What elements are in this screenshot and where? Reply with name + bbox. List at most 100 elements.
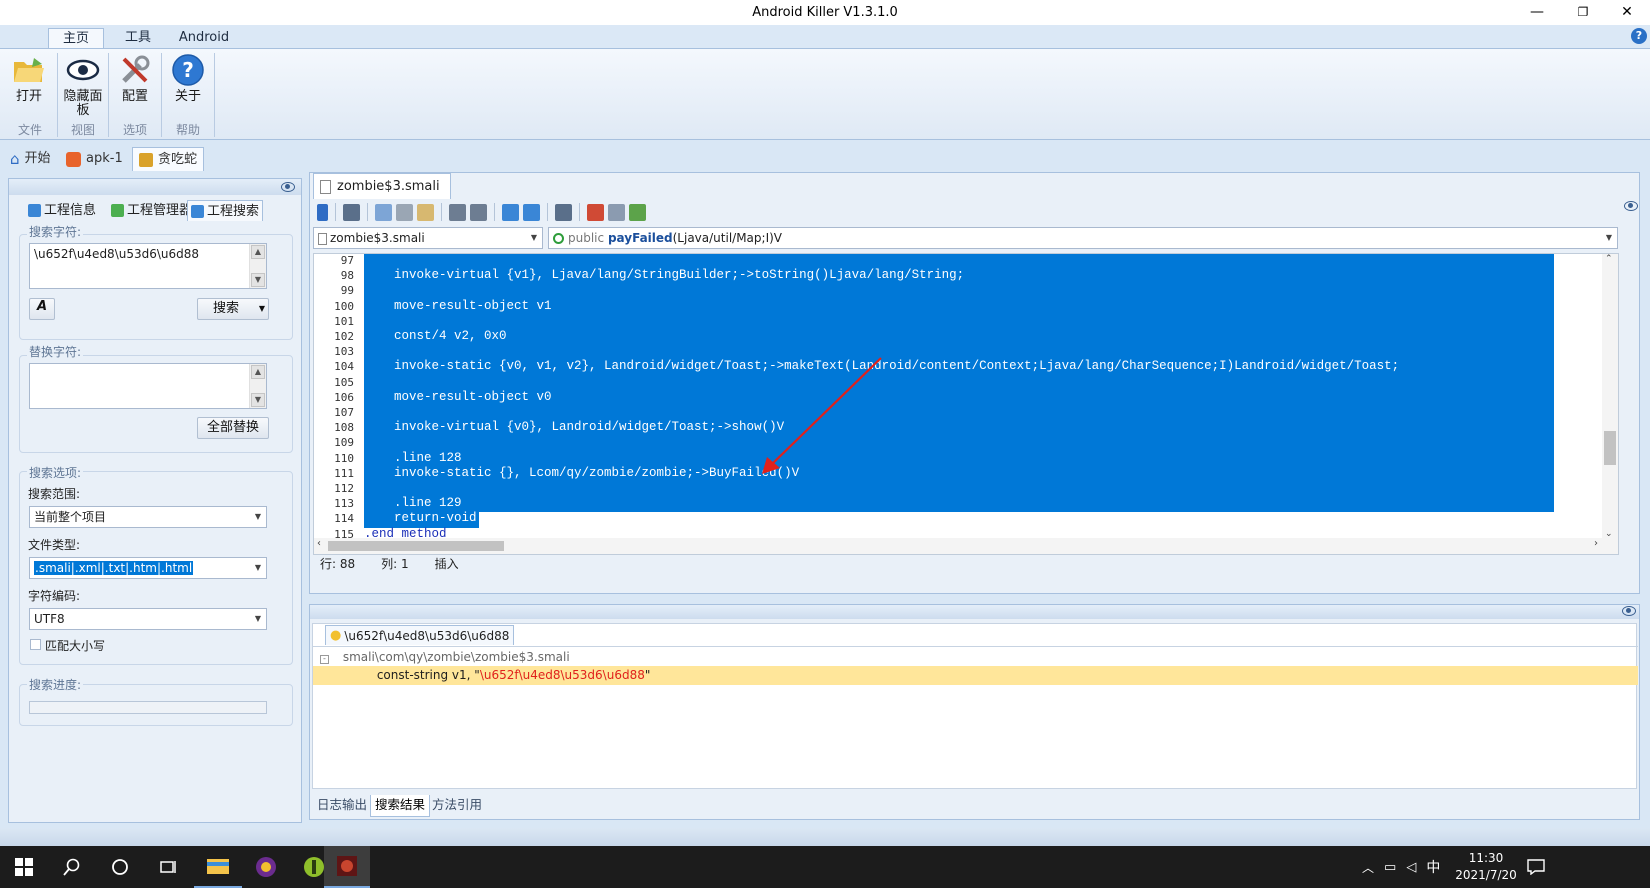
match-case-checkbox[interactable] — [30, 639, 41, 650]
tab-project-info[interactable]: 工程信息 — [25, 200, 99, 221]
file-tab[interactable]: zombie$3.smali — [313, 173, 451, 199]
chevron-down-icon[interactable]: ▼ — [259, 299, 265, 319]
restore-button[interactable]: ❐ — [1560, 0, 1606, 25]
ime-indicator[interactable]: 中 — [1426, 857, 1440, 877]
scroll-thumb[interactable] — [328, 541, 504, 551]
tab-log-output[interactable]: 日志输出 — [313, 795, 371, 817]
cortana-icon[interactable] — [96, 846, 144, 888]
minimize-button[interactable]: — — [1514, 0, 1560, 25]
tab-start[interactable]: ⌂ 开始 — [4, 147, 57, 171]
game-taskbar-icon[interactable] — [324, 846, 370, 888]
search-button[interactable]: 搜索 ▼ — [197, 298, 269, 320]
undo-icon[interactable] — [449, 203, 466, 221]
file-tab-label: zombie$3.smali — [337, 178, 440, 194]
document-tabs: ⌂ 开始 apk-1 贪吃蛇 — [0, 145, 1650, 173]
replace-label: 替换字符: — [27, 343, 84, 360]
tab-search-results[interactable]: 搜索结果 — [370, 795, 431, 817]
chevron-down-icon: ▼ — [254, 614, 261, 623]
java-icon[interactable] — [587, 203, 604, 221]
copy-icon[interactable] — [375, 203, 392, 221]
tab-apk-1[interactable]: apk-1 — [60, 147, 129, 171]
collapse-icon[interactable]: - — [320, 655, 329, 664]
replace-input-scrollbar[interactable]: ▲ ▼ — [249, 364, 266, 408]
forward-icon[interactable] — [523, 203, 540, 221]
toolbar-divider — [441, 203, 442, 221]
svg-text:?: ? — [182, 58, 194, 82]
task-view-icon[interactable] — [144, 846, 192, 888]
media-player-icon[interactable] — [242, 846, 290, 888]
cursor-row: 行: 88 — [320, 557, 356, 571]
format-icon[interactable] — [555, 203, 572, 221]
result-tab[interactable]: ● \u652f\u4ed8\u53d6\u6d88 — [325, 625, 515, 645]
save-icon[interactable] — [343, 203, 360, 221]
progress-label: 搜索进度: — [27, 676, 84, 693]
scroll-up-icon[interactable]: ⌃ — [1605, 254, 1613, 264]
tab-home[interactable]: 主页 — [48, 28, 104, 50]
open-button[interactable]: 打开 — [4, 52, 54, 120]
scroll-left-icon[interactable]: ‹ — [317, 538, 321, 549]
hide-panel-button[interactable]: 隐藏面板 — [58, 52, 108, 120]
help-icon[interactable]: ? — [1631, 28, 1647, 44]
scroll-down-icon[interactable]: ▼ — [251, 273, 265, 287]
open-label: 打开 — [15, 89, 42, 104]
redo-icon[interactable] — [470, 203, 487, 221]
chevron-up-icon[interactable]: ︿ — [1362, 859, 1374, 876]
scroll-up-icon[interactable]: ▲ — [251, 245, 265, 259]
search-input-scrollbar[interactable]: ▲ ▼ — [249, 244, 266, 288]
paste-icon[interactable] — [417, 203, 434, 221]
editor-status: 行: 88 列: 1 插入 — [320, 555, 820, 573]
annotation-arrow — [762, 357, 882, 474]
result-match-row[interactable]: const-string v1, "\u652f\u4ed8\u53d6\u6d… — [313, 666, 1638, 685]
tab-snake[interactable]: 贪吃蛇 — [132, 147, 205, 171]
search-icon[interactable] — [48, 846, 96, 888]
tab-android[interactable]: Android — [172, 28, 236, 50]
chevron-down-icon: ▼ — [254, 512, 261, 521]
list-icon[interactable] — [608, 203, 625, 221]
scroll-right-icon[interactable]: › — [1594, 538, 1598, 549]
group-file-label: 文件 — [17, 123, 42, 137]
editor-vertical-scrollbar[interactable]: ⌃ ⌄ — [1602, 254, 1618, 539]
about-button[interactable]: ? 关于 — [163, 52, 213, 120]
font-button[interactable]: A — [29, 298, 55, 320]
scope-label: 搜索范围: — [28, 487, 81, 501]
volume-icon[interactable]: ◁ — [1406, 860, 1416, 875]
file-explorer-icon[interactable] — [194, 846, 242, 888]
network-icon[interactable]: ▭ — [1384, 860, 1396, 875]
method-modifier: public — [568, 231, 605, 245]
back-icon[interactable] — [502, 203, 519, 221]
code-editor[interactable]: 97 98 invoke-virtual {v1}, Ljava/lang/Str… — [313, 253, 1619, 555]
result-file-path: smali\com\qy\zombie\zombie$3.smali — [342, 650, 570, 664]
tab-project-search[interactable]: 工程搜索 — [187, 200, 264, 221]
taskbar: ︿ ▭ ◁ 中 11:30 2021/7/20 — [0, 846, 1650, 888]
replace-input[interactable]: ▲ ▼ — [29, 363, 267, 409]
scope-value: 当前整个项目 — [34, 510, 107, 524]
tab-project-manager[interactable]: 工程管理器 — [108, 200, 195, 221]
result-file-row[interactable]: - smali\com\qy\zombie\zombie$3.smali — [313, 648, 1638, 666]
close-button[interactable]: ✕ — [1604, 0, 1650, 25]
lock-icon[interactable] — [317, 203, 328, 221]
tree-icon[interactable] — [629, 203, 646, 221]
scroll-down-icon[interactable]: ▼ — [251, 393, 265, 407]
replace-all-button[interactable]: 全部替换 — [197, 417, 269, 439]
tab-tools[interactable]: 工具 — [112, 28, 164, 50]
toolbar-divider — [547, 203, 548, 221]
eye-icon[interactable] — [281, 182, 295, 192]
file-select[interactable]: zombie$3.smali ▼ — [313, 227, 543, 249]
eye-icon[interactable] — [1622, 606, 1636, 616]
eye-icon[interactable] — [1624, 201, 1638, 211]
editor-horizontal-scrollbar[interactable]: ‹ › — [314, 538, 1618, 554]
tab-method-refs[interactable]: 方法引用 — [428, 795, 486, 817]
scope-select[interactable]: 当前整个项目 ▼ — [29, 506, 267, 528]
scroll-thumb[interactable] — [1604, 431, 1616, 465]
search-input[interactable]: \u652f\u4ed8\u53d6\u6d88 ▲ ▼ — [29, 243, 267, 289]
method-select[interactable]: public payFailed(Ljava/util/Map;I)V ▼ — [548, 227, 1618, 249]
scroll-up-icon[interactable]: ▲ — [251, 365, 265, 379]
about-label: 关于 — [174, 89, 201, 104]
cut-icon[interactable] — [396, 203, 413, 221]
encoding-select[interactable]: UTF8 ▼ — [29, 608, 267, 630]
notification-icon[interactable] — [1512, 846, 1560, 888]
filetype-select[interactable]: .smali|.xml|.txt|.htm|.html ▼ — [29, 557, 267, 579]
windows-start-icon[interactable] — [0, 846, 48, 888]
search-results: ● \u652f\u4ed8\u53d6\u6d88 - smali\com\q… — [312, 623, 1638, 789]
config-button[interactable]: 配置 — [110, 52, 160, 120]
